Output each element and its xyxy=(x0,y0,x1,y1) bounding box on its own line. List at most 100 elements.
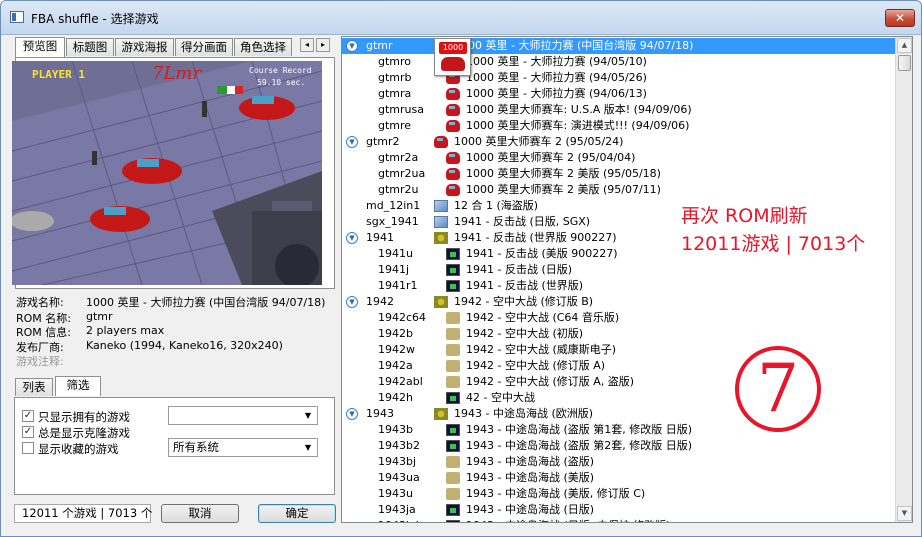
game-title: 1000 英里大师赛车 2 美版 (95/05/18) xyxy=(466,167,661,180)
filter-combo-1[interactable]: ▼ xyxy=(168,406,318,425)
collapse-toggle-icon[interactable]: ▼ xyxy=(346,296,358,308)
game-list[interactable]: ▼ gtmr 1000 英里 - 大师拉力赛 (中国台湾版 94/07/18) gtm… xyxy=(341,36,913,523)
game-row[interactable]: gtmre 1000 英里大师赛车: 演进模式!!! (94/09/06) xyxy=(342,118,897,134)
car-icon xyxy=(446,120,460,132)
show-clones-checkbox[interactable]: ✓ xyxy=(22,426,34,438)
game-row[interactable]: 1943ua 1943 - 中途岛海战 (美版) xyxy=(342,470,897,486)
collapse-toggle-icon[interactable]: ▼ xyxy=(346,408,358,420)
game-row[interactable]: 1943bj 1943 - 中途岛海战 (盗版) xyxy=(342,454,897,470)
tab-scroll-right-button[interactable]: ▸ xyxy=(316,38,330,52)
game-row[interactable]: 1943jah 1943 - 中途岛海战 (日版, 未保护 修改版) xyxy=(342,518,897,522)
game-title: 1000 英里大师赛车 2 美版 (95/07/11) xyxy=(466,183,661,196)
game-row[interactable]: gtmr2u 1000 英里大师赛车 2 美版 (95/07/11) xyxy=(342,182,897,198)
parent-game-row[interactable]: ▼ 1942 1942 - 空中大战 (修订版 B) xyxy=(342,294,897,310)
collapse-toggle-icon[interactable]: ▼ xyxy=(346,136,358,148)
close-button[interactable]: ✕ xyxy=(885,9,915,27)
owned-only-checkbox[interactable]: ✓ xyxy=(22,410,34,422)
player-text: PLAYER 1 xyxy=(32,68,85,81)
game-row[interactable]: 1943u 1943 - 中途岛海战 (美版, 修订版 C) xyxy=(342,486,897,502)
plane-icon xyxy=(434,296,448,308)
game-title: 1941 - 反击战 (世界版) xyxy=(466,279,584,292)
game-title: 1941 - 反击战 (美版 900227) xyxy=(466,247,618,260)
rom-name: 1942c64 xyxy=(378,311,427,324)
game-title: 1000 英里 - 大师拉力赛 (94/05/26) xyxy=(466,71,647,84)
small-icon xyxy=(446,344,460,356)
ok-button[interactable]: 确定 xyxy=(258,504,336,523)
game-title: 1942 - 空中大战 (初版) xyxy=(466,327,584,340)
rom-name: gtmre xyxy=(378,119,412,132)
rom-name: gtmr2ua xyxy=(378,167,426,180)
game-title: 1942 - 空中大战 (修订版 A) xyxy=(466,359,606,372)
show-favorites-checkbox[interactable] xyxy=(22,442,34,454)
game-title: 1942 - 空中大战 (威康斯电子) xyxy=(466,343,617,356)
game-title: 1943 - 中途岛海战 (盗版 第1套, 修改版 日版) xyxy=(466,423,693,436)
game-row[interactable]: 1941j 1941 - 反击战 (日版) xyxy=(342,262,897,278)
game-row[interactable]: 1943b2 1943 - 中途岛海战 (盗版 第2套, 修改版 日版) xyxy=(342,438,897,454)
rom-name: 1943u xyxy=(378,487,413,500)
tab-scroll-left-button[interactable]: ◂ xyxy=(300,38,314,52)
game-row[interactable]: 1942c64 1942 - 空中大战 (C64 音乐版) xyxy=(342,310,897,326)
game-row[interactable]: gtmrusa 1000 英里大师赛车: U.S.A 版本! (94/09/06) xyxy=(342,102,897,118)
course-time-text: 59.10 sec. xyxy=(257,78,305,87)
game-title: 1943 - 中途岛海战 (美版) xyxy=(466,471,595,484)
rom-name: 1942w xyxy=(378,343,415,356)
game-row[interactable]: 1942b 1942 - 空中大战 (初版) xyxy=(342,326,897,342)
game-preview-image: PLAYER 1 7Lmr Course Record 59.10 sec. xyxy=(12,61,322,285)
screen-icon xyxy=(446,264,460,276)
parent-game-row[interactable]: ▼ gtmr2 1000 英里大师赛车 2 (95/05/24) xyxy=(342,134,897,150)
annotation-line-1: 再次 ROM刷新 xyxy=(681,205,808,227)
tab-filter[interactable]: 筛选 xyxy=(55,376,101,396)
small-icon xyxy=(446,456,460,468)
tab-character-select[interactable]: 角色选择 xyxy=(234,38,292,56)
filter-panel: ✓ 只显示拥有的游戏 ✓ 总是显示克隆游戏 显示收藏的游戏 ▼ 所有系统 ▼ xyxy=(14,397,335,495)
scroll-down-button[interactable]: ▼ xyxy=(897,506,912,521)
game-title: 1943 - 中途岛海战 (盗版) xyxy=(466,455,595,468)
rom-name: 1941 xyxy=(366,231,394,244)
car-icon xyxy=(446,152,460,164)
game-row[interactable]: gtmra 1000 英里 - 大师拉力赛 (94/06/13) xyxy=(342,86,897,102)
tab-title-image[interactable]: 标题图 xyxy=(66,38,114,56)
screen-icon xyxy=(446,520,460,522)
vertical-scrollbar[interactable]: ▲ ▼ xyxy=(895,37,912,522)
scroll-thumb[interactable] xyxy=(898,55,911,71)
rom-name: gtmr2a xyxy=(378,151,419,164)
small-icon xyxy=(446,312,460,324)
collapse-toggle-icon[interactable]: ▼ xyxy=(346,40,358,52)
tab-list[interactable]: 列表 xyxy=(15,378,53,396)
game-row[interactable]: md_12in1 12 合 1 (海盗版) xyxy=(342,198,897,214)
parent-game-row[interactable]: ▼ gtmr 1000 英里 - 大师拉力赛 (中国台湾版 94/07/18) xyxy=(342,38,897,54)
game-row[interactable]: 1943ja 1943 - 中途岛海战 (日版) xyxy=(342,502,897,518)
game-row[interactable]: gtmr2a 1000 英里大师赛车 2 (95/04/04) xyxy=(342,150,897,166)
game-row[interactable]: 1943b 1943 - 中途岛海战 (盗版 第1套, 修改版 日版) xyxy=(342,422,897,438)
game-title: 1943 - 中途岛海战 (欧洲版) xyxy=(454,407,594,420)
collapse-toggle-icon[interactable]: ▼ xyxy=(346,232,358,244)
game-row[interactable]: gtmrb 1000 英里 - 大师拉力赛 (94/05/26) xyxy=(342,70,897,86)
rom-name: 1941r1 xyxy=(378,279,418,292)
game-title: 12 合 1 (海盗版) xyxy=(454,199,539,212)
game-title: 1000 英里 - 大师拉力赛 (中国台湾版 94/07/18) xyxy=(454,39,694,52)
system-select[interactable]: 所有系统 ▼ xyxy=(168,438,318,457)
screen-icon xyxy=(446,424,460,436)
game-row[interactable]: 1941r1 1941 - 反击战 (世界版) xyxy=(342,278,897,294)
tab-score-screen[interactable]: 得分画面 xyxy=(175,38,233,56)
chevron-down-icon: ▼ xyxy=(304,411,311,420)
tab-poster[interactable]: 游戏海报 xyxy=(115,38,174,56)
screen-icon xyxy=(446,280,460,292)
small-icon xyxy=(446,328,460,340)
game-title: 1941 - 反击战 (日版) xyxy=(466,263,573,276)
title-bar[interactable]: FBA shuffle - 选择游戏 ✕ xyxy=(1,1,921,35)
rom-name: 1942 xyxy=(366,295,394,308)
cancel-button[interactable]: 取消 xyxy=(161,504,239,523)
tab-preview[interactable]: 预览图 xyxy=(15,37,65,57)
game-row[interactable]: gtmr2ua 1000 英里大师赛车 2 美版 (95/05/18) xyxy=(342,166,897,182)
select-game-window: FBA shuffle - 选择游戏 ✕ 预览图 标题图 游戏海报 得分画面 角… xyxy=(0,0,922,537)
scroll-up-button[interactable]: ▲ xyxy=(897,38,912,53)
game-row[interactable]: sgx_1941 1941 - 反击战 (日版, SGX) xyxy=(342,214,897,230)
game-row[interactable]: 1942w 1942 - 空中大战 (威康斯电子) xyxy=(342,342,897,358)
rom-name: 1943bj xyxy=(378,455,417,468)
disk-icon xyxy=(434,216,448,228)
plane-icon xyxy=(434,232,448,244)
game-row[interactable]: gtmro 1000 英里 - 大师拉力赛 (94/05/10) xyxy=(342,54,897,70)
app-icon xyxy=(10,11,24,23)
plane-icon xyxy=(434,408,448,420)
